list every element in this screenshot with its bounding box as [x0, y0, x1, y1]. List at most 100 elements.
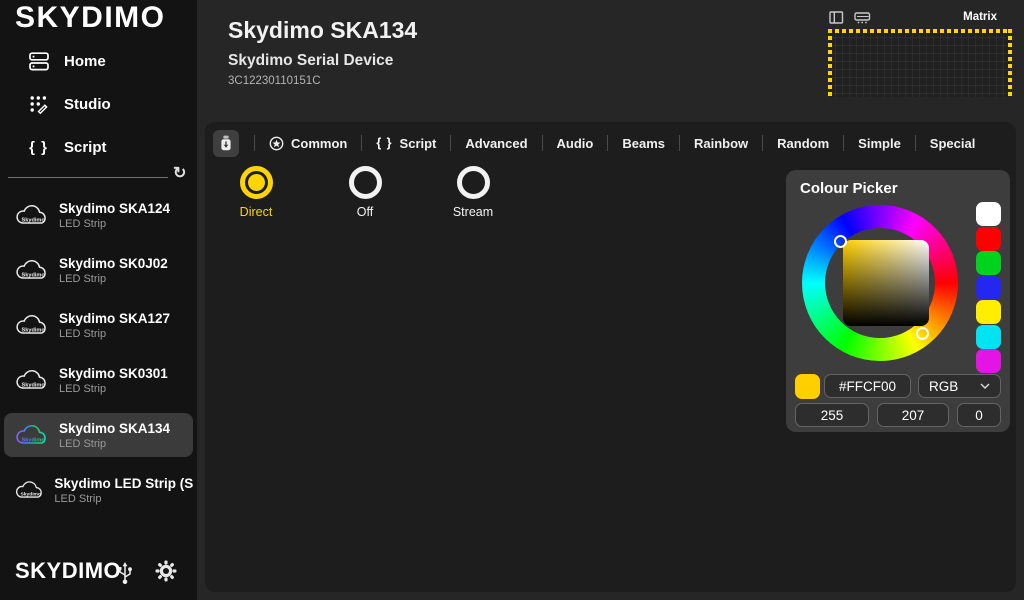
refresh-icon[interactable]: ↻	[173, 163, 186, 183]
tab-separator	[762, 135, 763, 151]
preset-swatches	[976, 202, 1001, 374]
tab-separator	[607, 135, 608, 151]
tab-separator	[254, 135, 255, 151]
device-item[interactable]: Skydimo Skydimo SK0301 LED Strip	[4, 358, 193, 402]
green-value-input[interactable]: 207	[877, 403, 949, 427]
svg-text:Skydimo: Skydimo	[22, 273, 46, 279]
cloud-icon: Skydimo	[13, 258, 51, 282]
device-item[interactable]: Skydimo Skydimo SK0J02 LED Strip	[4, 248, 193, 292]
swatch-magenta[interactable]	[976, 349, 1001, 373]
tab-separator	[679, 135, 680, 151]
matrix-led-border-top	[828, 29, 1012, 33]
radio-circle	[457, 166, 490, 199]
tab-special[interactable]: Special	[927, 136, 979, 151]
cloud-icon: Skydimo	[13, 203, 51, 227]
page-title: Skydimo SKA134	[228, 17, 417, 44]
mode-radio-off[interactable]: Off	[329, 166, 401, 219]
app-window: SKYDIMO Home Studio	[0, 0, 1024, 600]
saturation-value-square[interactable]	[843, 240, 929, 326]
device-type: LED Strip	[59, 438, 170, 450]
tab-rainbow[interactable]: Rainbow	[691, 136, 751, 151]
red-value-input[interactable]: 255	[795, 403, 869, 427]
colour-picker-title: Colour Picker	[800, 180, 898, 197]
content-panel: Common { } Script Advanced Audio Beams R…	[205, 122, 1016, 592]
tab-beams[interactable]: Beams	[619, 136, 668, 151]
radio-circle	[349, 166, 382, 199]
sidebar-item-script[interactable]: { } Script	[0, 132, 197, 162]
device-type: LED Strip	[59, 218, 170, 230]
tab-separator	[542, 135, 543, 151]
tab-script[interactable]: { } Script	[373, 136, 439, 151]
swatch-cyan[interactable]	[976, 325, 1001, 349]
device-name: Skydimo SKA127	[59, 311, 170, 326]
tab-simple[interactable]: Simple	[855, 136, 904, 151]
svg-text:Skydimo: Skydimo	[22, 328, 46, 334]
swatch-yellow[interactable]	[976, 300, 1001, 324]
matrix-label: Matrix	[963, 11, 997, 23]
braces-icon: { }	[376, 136, 392, 150]
device-name: Skydimo SK0J02	[59, 256, 168, 271]
sidebar-item-label: Home	[64, 53, 106, 70]
matrix-split-icon[interactable]	[829, 11, 844, 29]
matrix-led-border-left	[828, 29, 832, 97]
svg-text:Skydimo: Skydimo	[22, 438, 46, 444]
matrix-strip-icon[interactable]	[854, 11, 871, 29]
svg-text:Skydimo: Skydimo	[20, 492, 40, 498]
tab-separator	[450, 135, 451, 151]
matrix-led-border-right	[1008, 29, 1012, 97]
studio-icon	[28, 94, 49, 114]
pin-button[interactable]	[213, 130, 239, 157]
cloud-icon-rainbow: Skydimo	[13, 423, 51, 447]
sidebar-item-home[interactable]: Home	[0, 46, 197, 76]
cloud-icon: Skydimo	[13, 368, 51, 392]
device-item-selected[interactable]: Skydimo Skydimo SKA134 LED Strip	[4, 413, 193, 457]
tab-advanced[interactable]: Advanced	[462, 136, 530, 151]
device-item[interactable]: Skydimo Skydimo SKA124 LED Strip	[4, 193, 193, 237]
device-type: LED Strip	[59, 328, 170, 340]
hex-input[interactable]: #FFCF00	[824, 374, 911, 398]
gear-icon[interactable]	[155, 560, 177, 587]
saturation-indicator[interactable]	[834, 235, 847, 248]
tab-separator	[361, 135, 362, 151]
device-name: Skydimo LED Strip (Se...	[54, 476, 193, 491]
sidebar: SKYDIMO Home Studio	[0, 0, 197, 600]
sidebar-divider	[8, 177, 168, 178]
tab-separator	[843, 135, 844, 151]
swatch-white[interactable]	[976, 202, 1001, 226]
swatch-red[interactable]	[976, 227, 1001, 251]
tab-bar: Common { } Script Advanced Audio Beams R…	[213, 129, 978, 157]
cloud-icon: Skydimo	[13, 478, 46, 502]
mode-radio-direct[interactable]: Direct	[220, 166, 292, 219]
matrix-preview	[828, 29, 1012, 97]
circled-star-icon	[269, 136, 284, 151]
chevron-down-icon	[980, 383, 990, 389]
colour-model-select[interactable]: RGB	[918, 374, 1001, 398]
radio-circle	[240, 166, 273, 199]
device-item[interactable]: Skydimo Skydimo SKA127 LED Strip	[4, 303, 193, 347]
cloud-icon: Skydimo	[13, 313, 51, 337]
tab-separator	[915, 135, 916, 151]
blue-value-input[interactable]: 0	[957, 403, 1001, 427]
mode-radio-stream[interactable]: Stream	[437, 166, 509, 219]
usb-icon[interactable]	[116, 561, 134, 590]
tab-common[interactable]: Common	[266, 136, 350, 151]
radio-label: Off	[329, 205, 401, 219]
swatch-blue[interactable]	[976, 276, 1001, 300]
tab-audio[interactable]: Audio	[554, 136, 597, 151]
svg-text:Skydimo: Skydimo	[22, 383, 46, 389]
device-serial: 3C12230110151C	[228, 75, 321, 87]
device-name: Skydimo SKA134	[59, 421, 170, 436]
sidebar-item-studio[interactable]: Studio	[0, 89, 197, 119]
colour-picker-panel: Colour Picker #FFCF00 RGB	[786, 170, 1010, 432]
radio-label: Stream	[437, 205, 509, 219]
brand-logo-bottom: SKYDIMO	[15, 558, 121, 584]
home-icon	[28, 52, 49, 71]
device-type: LED Strip	[54, 493, 193, 505]
hue-indicator[interactable]	[916, 327, 929, 340]
tab-random[interactable]: Random	[774, 136, 832, 151]
device-item[interactable]: Skydimo Skydimo LED Strip (Se... LED Str…	[4, 468, 193, 512]
device-type: LED Strip	[59, 383, 168, 395]
swatch-green[interactable]	[976, 251, 1001, 275]
device-name: Skydimo SK0301	[59, 366, 168, 381]
sidebar-item-label: Studio	[64, 96, 111, 113]
